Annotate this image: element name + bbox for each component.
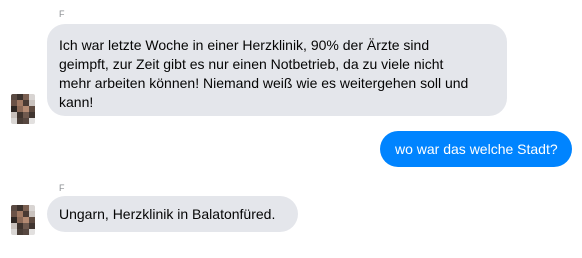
message-bubble-incoming[interactable]: Ich war letzte Woche in einer Herzklinik… [47, 24, 507, 116]
message-text-line: Ich war letzte Woche in einer Herzklinik… [59, 37, 430, 53]
message-text-line: mehr arbeiten können! Niemand weiß wie e… [59, 75, 469, 91]
message-text: wo war das welche Stadt? [395, 141, 558, 157]
message-bubble-outgoing[interactable]: wo war das welche Stadt? [380, 131, 572, 167]
sender-name: F [59, 183, 65, 193]
message-bubble-incoming[interactable]: Ungarn, Herzklinik in Balatonfüred. [47, 196, 298, 232]
message-text: Ungarn, Herzklinik in Balatonfüred. [59, 206, 276, 222]
sender-name: F [59, 9, 65, 19]
avatar[interactable] [11, 205, 35, 235]
message-text-line: kann! [59, 94, 94, 110]
message-text-line: geimpft, zur Zeit gibt es nur einen Notb… [59, 56, 444, 72]
avatar[interactable] [11, 94, 35, 124]
